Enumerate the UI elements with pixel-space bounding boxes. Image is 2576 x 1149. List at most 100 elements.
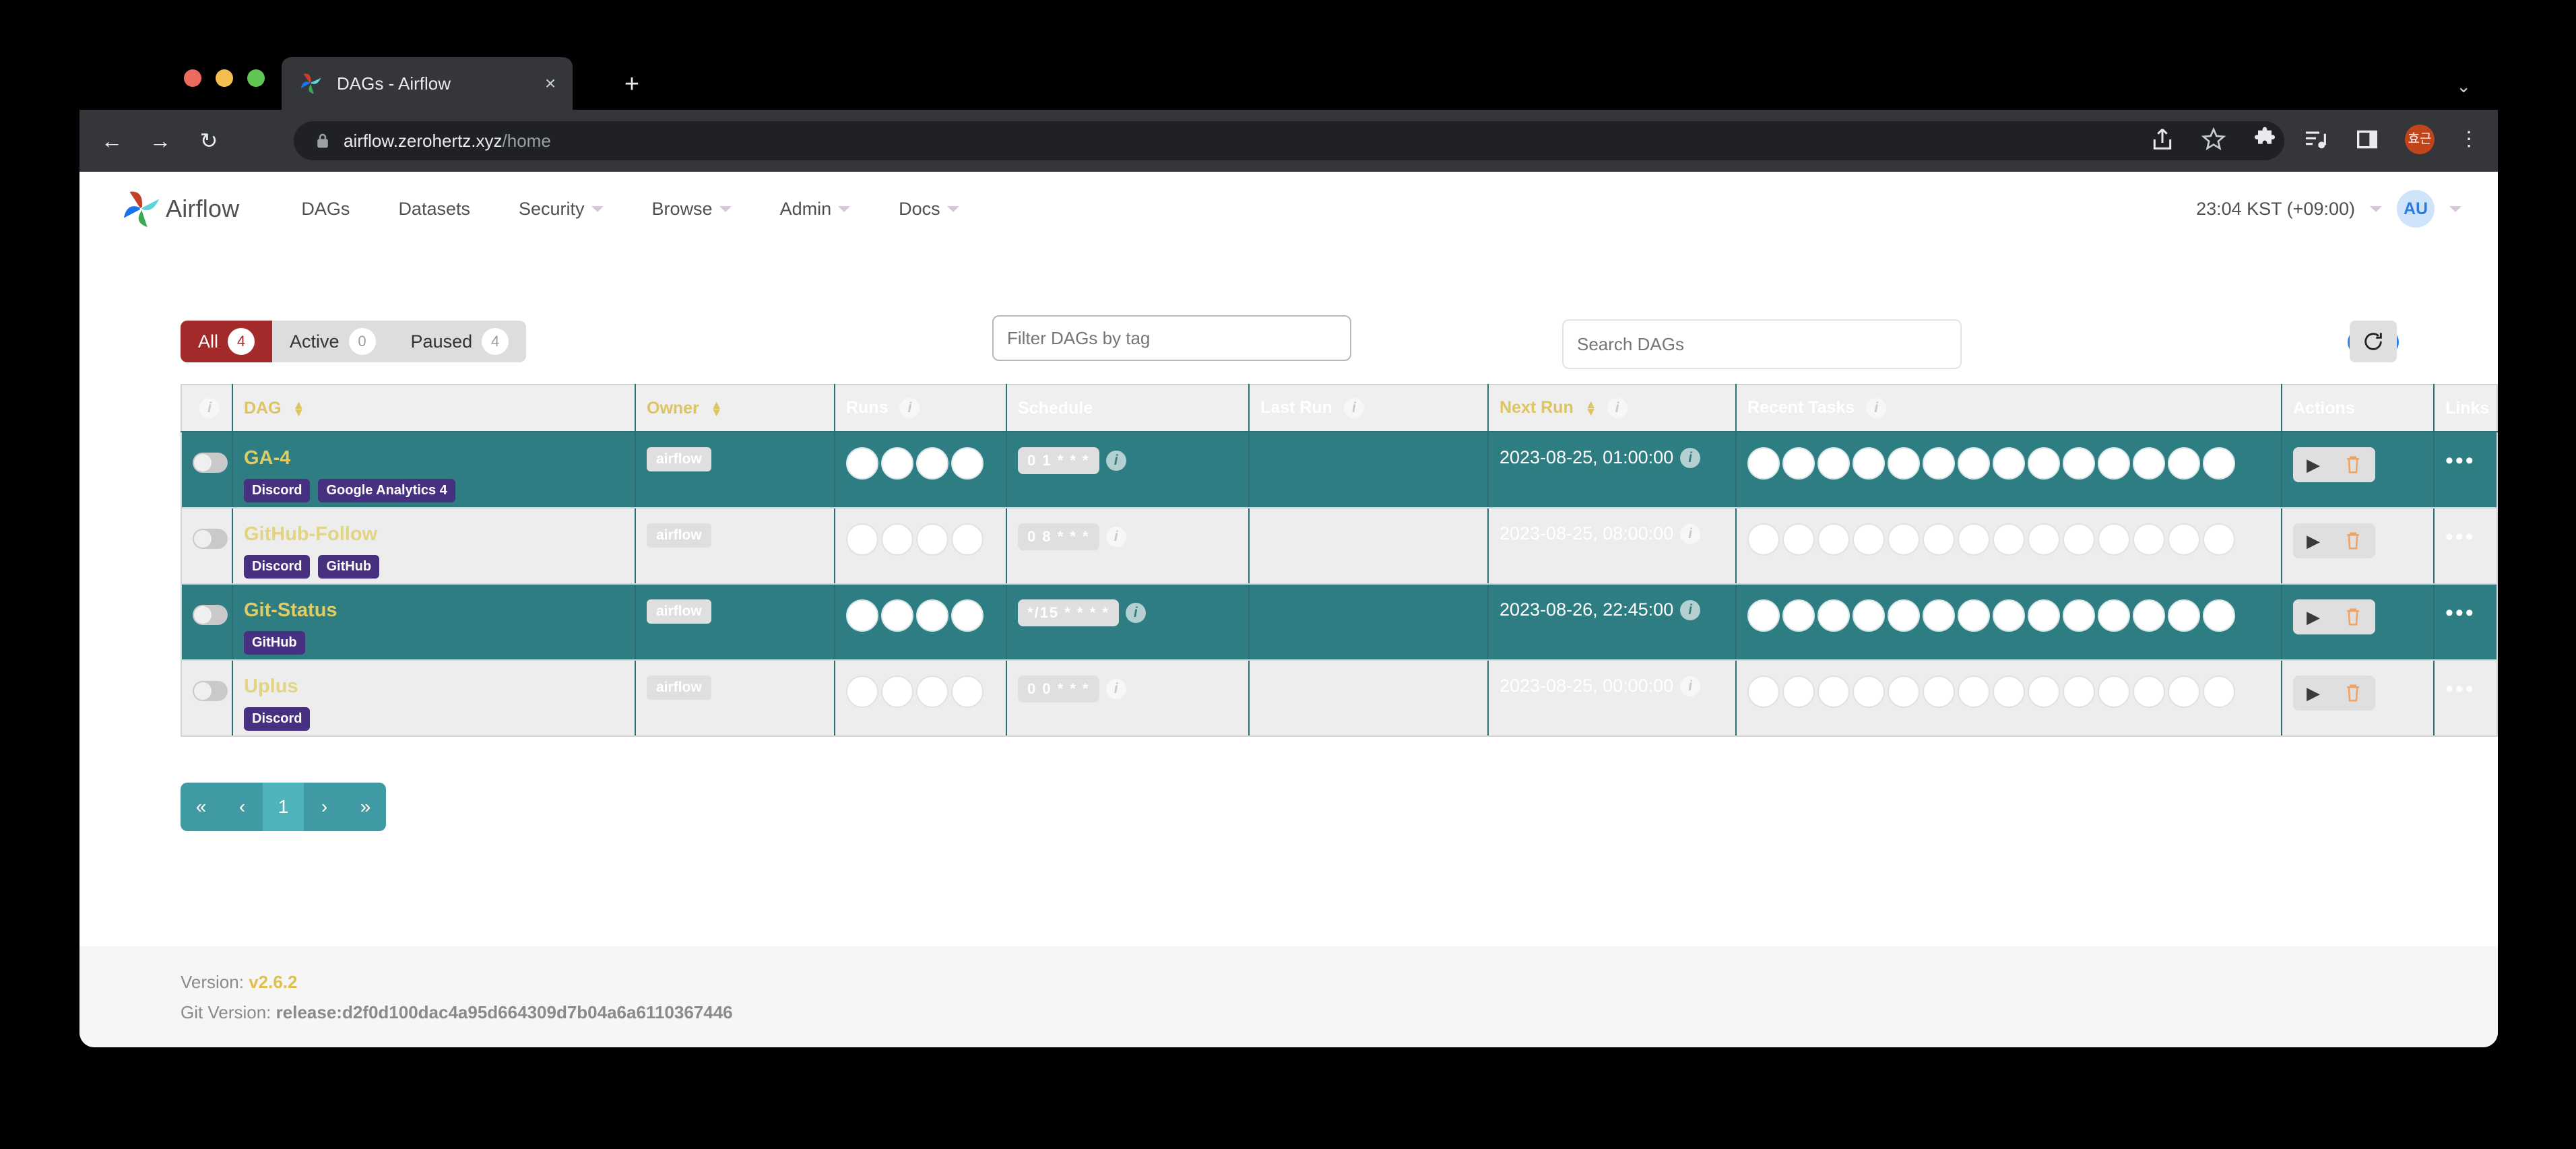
info-icon[interactable]: i (199, 398, 220, 419)
dag-run-circle[interactable] (846, 523, 878, 556)
recent-task-circle[interactable] (2028, 599, 2060, 632)
recent-task-circle[interactable] (1853, 676, 1885, 708)
recent-task-circle[interactable] (1817, 676, 1850, 708)
recent-task-circle[interactable] (2133, 676, 2165, 708)
dag-pause-toggle[interactable] (193, 529, 228, 549)
recent-task-circle[interactable] (1853, 599, 1885, 632)
dag-run-circle[interactable] (916, 447, 948, 480)
table-row[interactable]: Git-Status GitHub airflow */15 * * * * i 2023… (181, 584, 2497, 661)
dag-run-circle[interactable] (881, 599, 913, 632)
info-icon[interactable]: i (1105, 679, 1126, 699)
recent-task-circle[interactable] (1782, 447, 1815, 480)
recent-task-circle[interactable] (2168, 676, 2200, 708)
dag-pause-toggle[interactable] (193, 681, 228, 701)
nav-item-admin[interactable]: Admin (780, 199, 851, 220)
dag-tag[interactable]: GitHub (244, 631, 305, 655)
recent-task-circle[interactable] (2098, 447, 2130, 480)
pagination-last[interactable]: » (345, 783, 386, 831)
recent-task-circle[interactable] (1993, 599, 2025, 632)
dag-run-circle[interactable] (916, 523, 948, 556)
chevron-down-icon[interactable] (2370, 205, 2382, 212)
recent-task-circle[interactable] (1923, 523, 1955, 556)
chevron-down-icon[interactable] (2449, 205, 2461, 212)
recent-task-circle[interactable] (1958, 523, 1990, 556)
dag-run-circle[interactable] (951, 676, 984, 708)
window-close-button[interactable] (184, 69, 201, 87)
dag-name-link[interactable]: GitHub-Follow (244, 523, 624, 546)
col-header-owner[interactable]: Owner ▲ ▼ (635, 385, 835, 432)
dag-owner-badge[interactable]: airflow (647, 599, 711, 624)
back-icon[interactable]: ← (96, 125, 128, 157)
info-icon[interactable]: i (1680, 599, 1701, 620)
recent-task-circle[interactable] (1747, 523, 1780, 556)
recent-task-circle[interactable] (2133, 447, 2165, 480)
info-icon[interactable]: i (1105, 451, 1126, 471)
recent-task-circle[interactable] (1782, 599, 1815, 632)
recent-task-circle[interactable] (1958, 447, 1990, 480)
info-icon[interactable]: i (899, 398, 920, 419)
recent-task-circle[interactable] (2203, 676, 2235, 708)
dag-pause-toggle[interactable] (193, 453, 228, 473)
info-icon[interactable]: i (1680, 523, 1701, 544)
dag-schedule-badge[interactable]: 0 0 * * * (1018, 676, 1099, 702)
recent-task-circle[interactable] (2133, 599, 2165, 632)
dag-run-circle[interactable] (881, 676, 913, 708)
pagination-prev[interactable]: ‹ (222, 783, 263, 831)
recent-task-circle[interactable] (1923, 447, 1955, 480)
forward-icon[interactable]: → (144, 125, 176, 157)
recent-task-circle[interactable] (1923, 599, 1955, 632)
dag-tag[interactable]: Discord (244, 479, 311, 502)
dag-links-menu[interactable]: ••• (2445, 600, 2476, 626)
delete-dag-icon[interactable] (2344, 607, 2362, 627)
recent-task-circle[interactable] (2098, 599, 2130, 632)
version-value[interactable]: v2.6.2 (249, 972, 297, 992)
nav-item-dags[interactable]: DAGs (301, 199, 350, 220)
dag-owner-badge[interactable]: airflow (647, 523, 711, 548)
info-icon[interactable]: i (1343, 398, 1364, 419)
profile-avatar[interactable]: 효근 (2405, 125, 2435, 154)
dag-schedule-badge[interactable]: */15 * * * * (1018, 599, 1119, 626)
recent-task-circle[interactable] (2063, 676, 2095, 708)
trigger-dag-icon[interactable]: ▶ (2307, 532, 2320, 550)
browser-tab[interactable]: DAGs - Airflow × (282, 57, 573, 110)
recent-task-circle[interactable] (2028, 447, 2060, 480)
pagination-next[interactable]: › (304, 783, 345, 831)
recent-task-circle[interactable] (1888, 523, 1920, 556)
trigger-dag-icon[interactable]: ▶ (2307, 456, 2320, 473)
recent-task-circle[interactable] (1853, 447, 1885, 480)
recent-task-circle[interactable] (1923, 676, 1955, 708)
recent-task-circle[interactable] (1993, 523, 2025, 556)
recent-task-circle[interactable] (1817, 599, 1850, 632)
media-list-icon[interactable] (2303, 126, 2329, 153)
pagination-first[interactable]: « (181, 783, 222, 831)
trigger-dag-icon[interactable]: ▶ (2307, 608, 2320, 626)
dag-owner-badge[interactable]: airflow (647, 447, 711, 471)
dag-name-link[interactable]: GA-4 (244, 447, 624, 469)
tab-close-icon[interactable]: × (538, 71, 563, 96)
dag-tag[interactable]: Google Analytics 4 (318, 479, 455, 502)
dag-tag[interactable]: GitHub (318, 555, 380, 579)
dag-pause-toggle[interactable] (193, 605, 228, 625)
dag-run-circle[interactable] (881, 447, 913, 480)
dag-schedule-badge[interactable]: 0 8 * * * (1018, 523, 1099, 550)
recent-task-circle[interactable] (2098, 676, 2130, 708)
dag-schedule-badge[interactable]: 0 1 * * * (1018, 447, 1099, 474)
table-row[interactable]: GitHub-Follow Discord GitHub airflow 0 8 * *… (181, 508, 2497, 585)
nav-item-security[interactable]: Security (519, 199, 604, 220)
recent-task-circle[interactable] (1747, 599, 1780, 632)
recent-task-circle[interactable] (1782, 676, 1815, 708)
recent-task-circle[interactable] (1817, 523, 1850, 556)
info-icon[interactable]: i (1105, 527, 1126, 547)
dag-tag[interactable]: Discord (244, 707, 311, 731)
reload-icon[interactable]: ↻ (193, 125, 225, 157)
info-icon[interactable]: i (1866, 398, 1887, 419)
browser-menu-icon[interactable]: ⋮ (2459, 126, 2479, 153)
recent-task-circle[interactable] (1958, 599, 1990, 632)
dag-name-link[interactable]: Uplus (244, 676, 624, 698)
dag-run-circle[interactable] (951, 599, 984, 632)
info-icon[interactable]: i (1607, 398, 1628, 419)
recent-task-circle[interactable] (2168, 447, 2200, 480)
recent-task-circle[interactable] (1888, 676, 1920, 708)
delete-dag-icon[interactable] (2344, 683, 2362, 703)
col-header-dag[interactable]: DAG ▲ ▼ (232, 385, 635, 432)
